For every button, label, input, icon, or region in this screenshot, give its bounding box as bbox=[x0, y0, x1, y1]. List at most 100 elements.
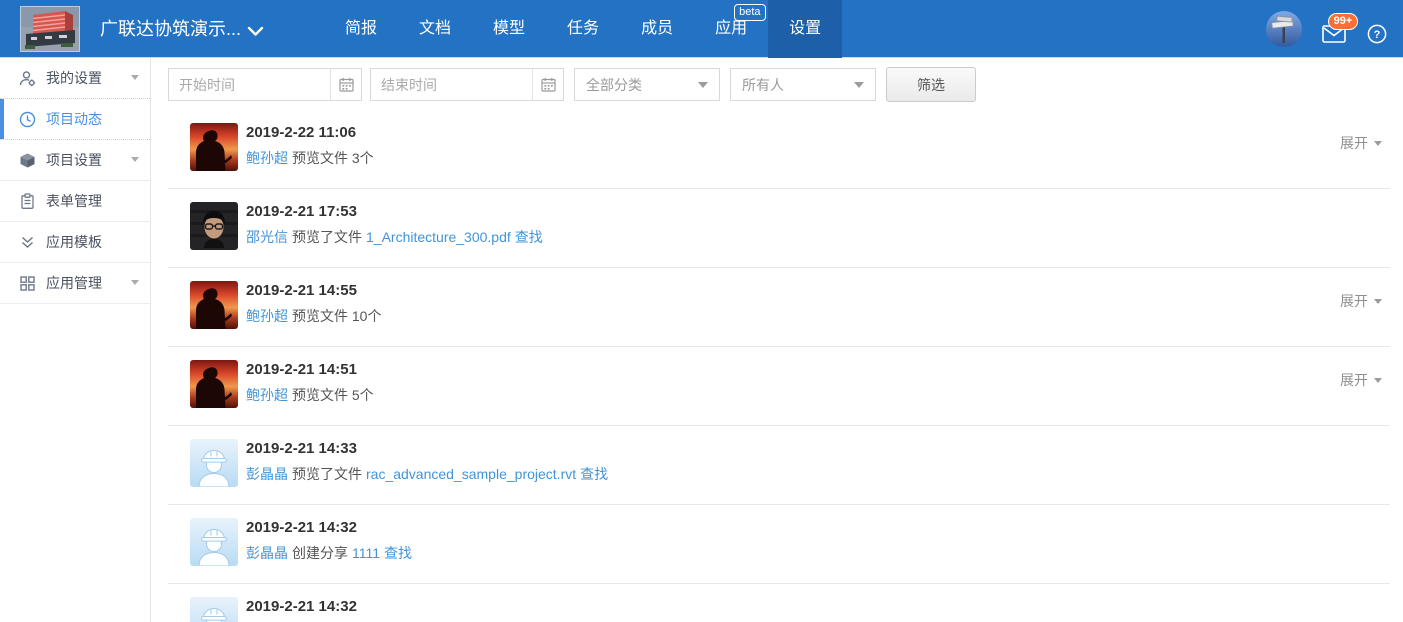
activity-row: 2019-2-21 14:32 bbox=[151, 584, 1403, 622]
nav-tab-briefing[interactable]: 简报 bbox=[324, 0, 398, 58]
cube-icon bbox=[19, 152, 36, 169]
share-link[interactable]: 1111 bbox=[352, 545, 380, 561]
expand-toggle[interactable]: 展开 bbox=[1340, 291, 1382, 311]
filter-button[interactable]: 筛选 bbox=[886, 67, 976, 102]
beta-badge: beta bbox=[734, 4, 765, 21]
sidebar-item-label: 表单管理 bbox=[46, 191, 102, 211]
sidebar-item-app-management[interactable]: 应用管理 bbox=[0, 263, 150, 304]
activity-description: 鲍孙超预览文件 10个 bbox=[246, 306, 1403, 326]
action-text: 预览了文件 bbox=[292, 466, 362, 482]
sunset-avatar bbox=[190, 123, 238, 171]
chevron-down-icon bbox=[131, 280, 139, 285]
user-link[interactable]: 彭晶晶 bbox=[246, 545, 288, 561]
notification-badge: 99+ bbox=[1328, 13, 1358, 30]
calendar-icon[interactable] bbox=[532, 69, 563, 100]
account-avatar[interactable] bbox=[1266, 11, 1302, 47]
nav-tab-settings[interactable]: 设置 bbox=[768, 0, 842, 58]
app-header: 广联达协筑演示... 简报 文档 模型 任务 成员 应用 beta 设置 bbox=[0, 0, 1403, 58]
file-link[interactable]: 1_Architecture_300.pdf bbox=[366, 229, 511, 245]
person-select[interactable]: 所有人 bbox=[730, 68, 876, 101]
find-link[interactable]: 查找 bbox=[515, 229, 543, 245]
grid-icon bbox=[19, 275, 36, 292]
category-select[interactable]: 全部分类 bbox=[574, 68, 720, 101]
chevron-down-icon bbox=[1374, 299, 1382, 304]
activity-description: 彭晶晶创建分享1111查找 bbox=[246, 543, 1403, 563]
chevron-down-icon bbox=[1374, 378, 1382, 383]
start-time-field bbox=[168, 68, 362, 101]
sidebar-item-form-management[interactable]: 表单管理 bbox=[0, 181, 150, 222]
calendar-icon[interactable] bbox=[330, 69, 361, 100]
activity-row: 2019-2-22 11:06 鲍孙超预览文件 3个 展开 bbox=[151, 110, 1403, 189]
help-icon[interactable]: ? bbox=[1367, 24, 1387, 44]
action-text: 预览文件 3个 bbox=[292, 150, 374, 166]
clock-icon bbox=[19, 111, 36, 128]
chevron-down-icon bbox=[1374, 141, 1382, 146]
activity-row: 2019-2-21 14:51 鲍孙超预览文件 5个 展开 bbox=[151, 347, 1403, 426]
find-link[interactable]: 查找 bbox=[580, 466, 608, 482]
sidebar-item-label: 项目设置 bbox=[46, 150, 102, 170]
find-link[interactable]: 查找 bbox=[384, 545, 412, 561]
sunset-avatar bbox=[190, 281, 238, 329]
expand-toggle[interactable]: 展开 bbox=[1340, 133, 1382, 153]
activity-row: 2019-2-21 17:53 邵光信预览了文件1_Architecture_3… bbox=[151, 189, 1403, 268]
action-text: 预览了文件 bbox=[292, 229, 362, 245]
clipboard-icon bbox=[19, 193, 36, 210]
user-link[interactable]: 鲍孙超 bbox=[246, 150, 288, 166]
svg-text:?: ? bbox=[1374, 29, 1381, 41]
top-nav: 简报 文档 模型 任务 成员 应用 beta 设置 bbox=[324, 0, 842, 58]
activity-timestamp: 2019-2-21 17:53 bbox=[246, 201, 1403, 222]
nav-tab-label: 模型 bbox=[493, 20, 525, 37]
activity-description: 鲍孙超预览文件 5个 bbox=[246, 385, 1403, 405]
chevron-down-icon bbox=[131, 157, 139, 162]
activity-timestamp: 2019-2-21 14:33 bbox=[246, 438, 1403, 459]
user-link[interactable]: 鲍孙超 bbox=[246, 387, 288, 403]
sidebar-item-project-settings[interactable]: 项目设置 bbox=[0, 140, 150, 181]
action-text: 预览文件 5个 bbox=[292, 387, 374, 403]
chevron-down-icon[interactable] bbox=[247, 24, 264, 42]
nav-tab-members[interactable]: 成员 bbox=[620, 0, 694, 58]
activity-timestamp: 2019-2-21 14:51 bbox=[246, 359, 1403, 380]
user-link[interactable]: 彭晶晶 bbox=[246, 466, 288, 482]
expand-label: 展开 bbox=[1340, 372, 1368, 388]
category-select-value: 全部分类 bbox=[586, 75, 642, 95]
sidebar-item-my-settings[interactable]: 我的设置 bbox=[0, 58, 150, 99]
nav-tab-models[interactable]: 模型 bbox=[472, 0, 546, 58]
sunset-avatar bbox=[190, 360, 238, 408]
nav-tab-label: 设置 bbox=[789, 20, 821, 37]
activity-description: 鲍孙超预览文件 3个 bbox=[246, 148, 1403, 168]
activity-row: 2019-2-21 14:55 鲍孙超预览文件 10个 展开 bbox=[151, 268, 1403, 347]
chevron-down-icon bbox=[854, 82, 864, 88]
nav-tab-documents[interactable]: 文档 bbox=[398, 0, 472, 58]
activity-row: 2019-2-21 14:32 彭晶晶创建分享1111查找 bbox=[151, 505, 1403, 584]
activity-list: 2019-2-22 11:06 鲍孙超预览文件 3个 展开 2019-2-21 … bbox=[151, 110, 1403, 622]
sidebar-item-app-templates[interactable]: 应用模板 bbox=[0, 222, 150, 263]
nav-tab-tasks[interactable]: 任务 bbox=[546, 0, 620, 58]
activity-description: 邵光信预览了文件1_Architecture_300.pdf查找 bbox=[246, 227, 1403, 247]
chevron-down-icon bbox=[131, 75, 139, 80]
portrait-avatar bbox=[190, 202, 238, 250]
project-title[interactable]: 广联达协筑演示... bbox=[100, 0, 241, 58]
settings-sidebar: 我的设置 项目动态 项目设置 表单管理 应用模板 应用管理 bbox=[0, 58, 151, 622]
expand-toggle[interactable]: 展开 bbox=[1340, 370, 1382, 390]
start-time-input[interactable] bbox=[169, 69, 330, 100]
nav-tab-label: 成员 bbox=[641, 20, 673, 37]
project-logo[interactable] bbox=[20, 6, 80, 52]
activity-timestamp: 2019-2-21 14:32 bbox=[246, 596, 1403, 617]
activity-row: 2019-2-21 14:33 彭晶晶预览了文件rac_advanced_sam… bbox=[151, 426, 1403, 505]
nav-tab-label: 简报 bbox=[345, 20, 377, 37]
nav-tab-label: 任务 bbox=[567, 20, 599, 37]
end-time-field bbox=[370, 68, 564, 101]
user-link[interactable]: 邵光信 bbox=[246, 229, 288, 245]
sidebar-item-label: 应用模板 bbox=[46, 232, 102, 252]
end-time-input[interactable] bbox=[371, 69, 532, 100]
main-content: 全部分类 所有人 筛选 2019-2-22 11:06 鲍孙超预览文件 3个 展… bbox=[151, 58, 1403, 622]
filter-bar: 全部分类 所有人 筛选 bbox=[151, 58, 1403, 110]
person-select-value: 所有人 bbox=[742, 75, 784, 95]
file-link[interactable]: rac_advanced_sample_project.rvt bbox=[366, 466, 576, 482]
nav-tab-apps[interactable]: 应用 beta bbox=[694, 0, 768, 58]
sidebar-item-project-activity[interactable]: 项目动态 bbox=[0, 99, 150, 140]
chevron-down-icon bbox=[698, 82, 708, 88]
action-text: 预览文件 10个 bbox=[292, 308, 381, 324]
activity-timestamp: 2019-2-22 11:06 bbox=[246, 122, 1403, 143]
user-link[interactable]: 鲍孙超 bbox=[246, 308, 288, 324]
